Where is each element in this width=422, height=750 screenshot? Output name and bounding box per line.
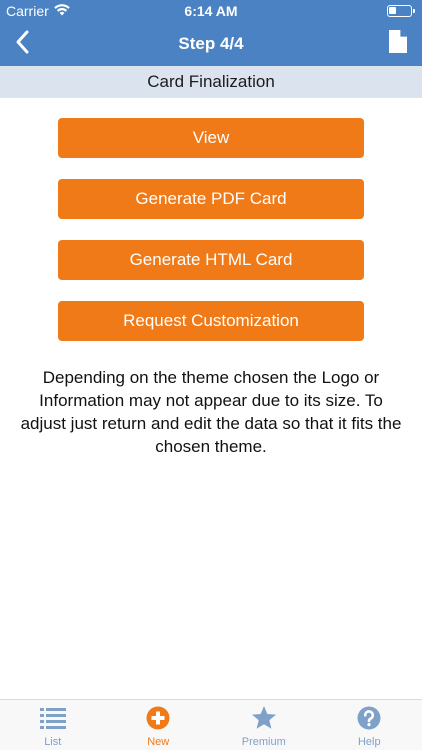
tab-list[interactable]: List xyxy=(0,700,106,750)
top-bar: Carrier 6:14 AM Step 4/4 xyxy=(0,0,422,66)
tab-new[interactable]: New xyxy=(106,700,212,750)
document-button[interactable] xyxy=(386,30,410,58)
view-button[interactable]: View xyxy=(58,118,364,158)
document-icon xyxy=(388,29,408,59)
list-icon xyxy=(39,705,66,731)
plus-circle-icon xyxy=(145,705,171,731)
tab-bar: List New Premium Help xyxy=(0,699,422,750)
generate-pdf-button[interactable]: Generate PDF Card xyxy=(58,179,364,219)
battery-icon xyxy=(387,5,415,17)
star-icon xyxy=(251,705,277,731)
page-title: Step 4/4 xyxy=(178,34,244,53)
status-bar: Carrier 6:14 AM xyxy=(0,0,422,22)
tab-label-help: Help xyxy=(357,736,381,748)
tab-label-premium: Premium xyxy=(241,736,286,748)
generate-html-button[interactable]: Generate HTML Card xyxy=(58,240,364,280)
section-header: Card Finalization xyxy=(0,66,422,98)
nav-bar: Step 4/4 xyxy=(0,22,422,66)
section-title: Card Finalization xyxy=(147,72,275,91)
battery-level xyxy=(389,7,396,14)
tab-premium[interactable]: Premium xyxy=(211,700,317,750)
request-customization-button[interactable]: Request Customization xyxy=(58,301,364,341)
info-text: Depending on the theme chosen the Logo o… xyxy=(20,368,402,456)
tab-label-list: List xyxy=(44,736,62,748)
question-circle-icon xyxy=(356,705,382,731)
status-time: 6:14 AM xyxy=(184,3,238,19)
tab-help[interactable]: Help xyxy=(317,700,422,750)
tab-label-new: New xyxy=(147,736,170,748)
